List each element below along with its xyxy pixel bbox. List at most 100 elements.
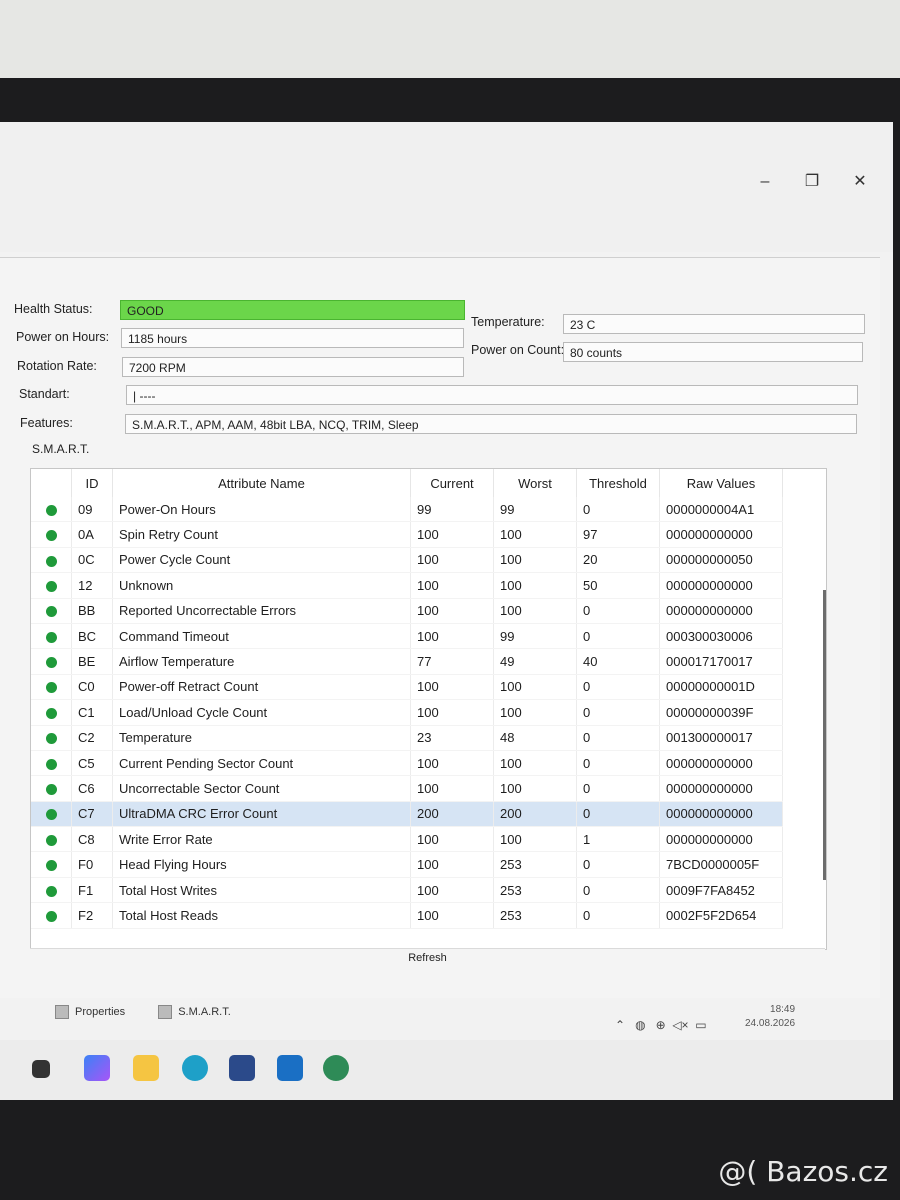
status-cell [31,572,72,599]
attribute-name-header[interactable]: Attribute Name [112,469,411,497]
store-icon[interactable] [229,1055,255,1081]
table-scrollbar[interactable] [823,590,826,880]
current-cell: 100 [410,775,494,802]
status-dot-icon [45,885,57,897]
worst-cell: 100 [493,826,577,853]
table-row[interactable]: C7 UltraDMA CRC Error Count 200 200 0 0000000… [31,801,783,828]
table-row[interactable]: C1 Load/Unload Cycle Count 100 100 0 00000000… [31,699,783,726]
raw-value-cell: 000000000000 [659,521,783,548]
threshold-cell: 40 [576,648,660,675]
attribute-name-cell: Current Pending Sector Count [112,750,411,777]
table-row[interactable]: BC Command Timeout 100 99 0 000300030006 [31,623,783,650]
minimize-button[interactable]: – [750,172,780,192]
attribute-name-cell: Power-On Hours [112,497,411,523]
threshold-cell: 0 [576,750,660,777]
power-on-count-value: 80 counts [563,342,863,362]
status-cell [31,674,72,701]
app-icon[interactable] [323,1055,349,1081]
id-cell: C8 [71,826,113,853]
health-status-label: Health Status: [14,302,93,316]
table-row[interactable]: C5 Current Pending Sector Count 100 100 0 000… [31,750,783,777]
temperature-value: 23 C [563,314,865,334]
threshold-cell: 20 [576,547,660,574]
table-header-row: ID Attribute Name Current Worst Threshol… [31,469,783,497]
id-cell: C7 [71,801,113,828]
current-header[interactable]: Current [410,469,494,497]
watermark: @( Bazos.cz [718,1155,888,1188]
restore-button[interactable]: ❐ [797,172,827,192]
threshold-cell: 0 [576,775,660,802]
table-row[interactable]: C2 Temperature 23 48 0 001300000017 [31,725,783,751]
table-row[interactable]: C6 Uncorrectable Sector Count 100 100 0 00000… [31,775,783,802]
raw-value-cell: 7BCD0000005F [659,851,783,878]
id-cell: F2 [71,902,113,929]
volume-icon[interactable]: ◁× [672,1018,688,1032]
threshold-cell: 97 [576,521,660,548]
chevron-up-icon[interactable]: ⌃ [615,1018,625,1032]
refresh-button[interactable]: Refresh [408,952,447,964]
raw-values-header[interactable]: Raw Values [659,469,783,497]
current-cell: 100 [410,598,494,624]
id-header[interactable]: ID [71,469,113,497]
worst-cell: 100 [493,750,577,777]
current-cell: 100 [410,623,494,650]
table-row[interactable]: F2 Total Host Reads 100 253 0 0002F5F2D654 [31,902,783,929]
network-icon[interactable]: ◍ [635,1018,645,1032]
attribute-name-cell: Spin Retry Count [112,521,411,548]
power-on-hours-value: 1185 hours [121,328,464,348]
status-cell [31,497,72,523]
status-dot-icon [45,733,57,745]
file-explorer-icon[interactable] [133,1055,159,1081]
table-row[interactable]: BE Airflow Temperature 77 49 40 000017170017 [31,648,783,675]
table-row[interactable]: BB Reported Uncorrectable Errors 100 100 0 00… [31,598,783,624]
threshold-header[interactable]: Threshold [576,469,660,497]
id-cell: BC [71,623,113,650]
globe-icon[interactable]: ⊕ [656,1018,666,1032]
attribute-name-cell: Reported Uncorrectable Errors [112,598,411,624]
properties-tab-icon [55,1005,69,1019]
battery-icon[interactable]: ▭ [695,1018,706,1032]
table-row[interactable]: 0C Power Cycle Count 100 100 20 000000000050 [31,547,783,574]
attribute-name-cell: Airflow Temperature [112,648,411,675]
window-titlebar: – ❐ ✕ [0,122,893,252]
table-row[interactable]: 0A Spin Retry Count 100 100 97 000000000000 [31,521,783,548]
status-dot-icon [45,631,57,643]
worst-cell: 99 [493,497,577,523]
table-row[interactable]: F1 Total Host Writes 100 253 0 0009F7FA8452 [31,877,783,904]
id-cell: C6 [71,775,113,802]
threshold-cell: 0 [576,674,660,701]
table-row[interactable]: 09 Power-On Hours 99 99 0 0000000004A1 [31,497,783,523]
current-cell: 100 [410,674,494,701]
tab-properties[interactable]: Properties [55,1005,125,1019]
copilot-icon[interactable] [84,1055,110,1081]
table-row[interactable]: F0 Head Flying Hours 100 253 0 7BCD0000005F [31,851,783,878]
tab-smart[interactable]: S.M.A.R.T. [158,1005,231,1019]
edge-browser-icon[interactable] [182,1055,208,1081]
table-row[interactable]: C8 Write Error Rate 100 100 1 000000000000 [31,826,783,853]
table-row[interactable]: 12 Unknown 100 100 50 000000000000 [31,572,783,599]
worst-header[interactable]: Worst [493,469,577,497]
rotation-rate-value: 7200 RPM [122,357,464,377]
attribute-name-cell: Command Timeout [112,623,411,650]
table-row[interactable]: C0 Power-off Retract Count 100 100 0 00000000… [31,674,783,701]
current-cell: 77 [410,648,494,675]
bottom-tab-strip: Properties S.M.A.R.T. [55,1005,261,1019]
start-icon[interactable] [32,1060,50,1078]
outlook-icon[interactable] [277,1055,303,1081]
status-cell [31,826,72,853]
attribute-name-cell: Write Error Rate [112,826,411,853]
id-cell: BB [71,598,113,624]
status-dot-icon [45,504,57,516]
raw-value-cell: 000000000000 [659,750,783,777]
threshold-cell: 0 [576,851,660,878]
close-button[interactable]: ✕ [845,172,875,192]
attribute-name-cell: Uncorrectable Sector Count [112,775,411,802]
id-cell: 0A [71,521,113,548]
clock-time: 18:49 [770,1004,796,1015]
taskbar-clock[interactable]: 18:49 24.08.2026 [745,1003,795,1031]
current-cell: 100 [410,547,494,574]
status-dot-icon [45,758,57,770]
attribute-name-cell: Power-off Retract Count [112,674,411,701]
worst-cell: 200 [493,801,577,828]
worst-cell: 253 [493,902,577,929]
